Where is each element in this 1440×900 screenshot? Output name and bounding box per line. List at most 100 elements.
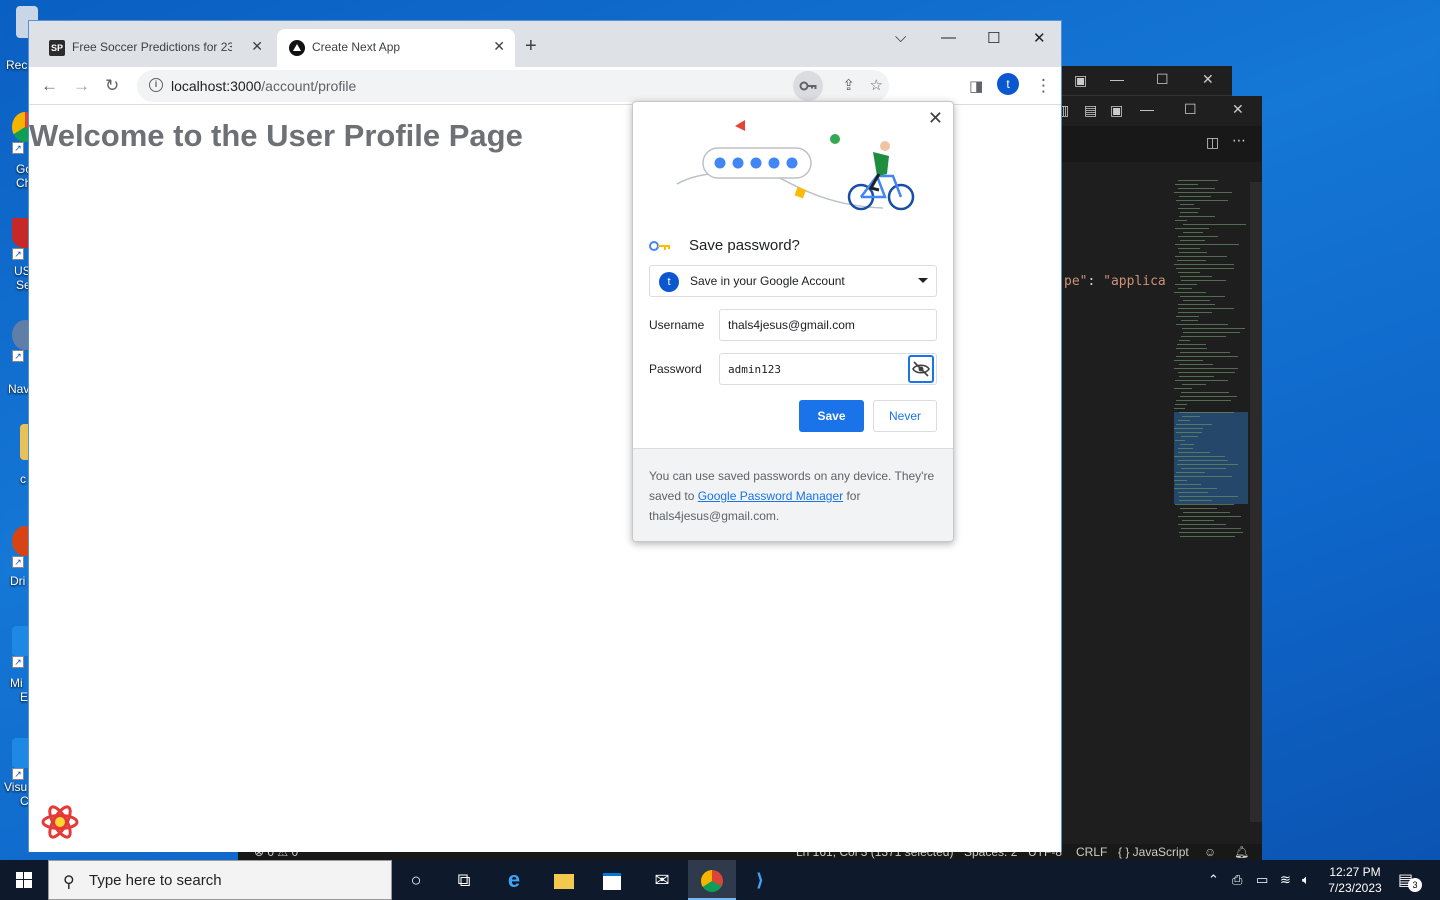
site-info-icon[interactable]: i — [149, 78, 163, 92]
vscode-taskbar-icon[interactable]: ⟩ — [736, 860, 784, 900]
cortana-icon[interactable]: ○ — [392, 860, 440, 900]
tab-create-next-app[interactable]: Create Next App ✕ — [277, 29, 515, 67]
never-button[interactable]: Never — [873, 400, 937, 432]
sp-favicon-icon: SP — [49, 40, 65, 56]
desktop-icon-folder[interactable]: c — [0, 424, 34, 494]
minimize-icon[interactable]: — — [941, 29, 956, 46]
new-tab-button[interactable]: + — [525, 35, 537, 58]
minimap-line — [1178, 460, 1228, 461]
save-button[interactable]: Save — [799, 400, 864, 432]
minimap[interactable] — [1174, 180, 1250, 540]
mail-icon[interactable]: ✉ — [638, 860, 686, 900]
close-icon[interactable]: ✕ — [1033, 29, 1046, 47]
reload-icon[interactable]: ↻ — [105, 76, 119, 96]
minimize-icon[interactable]: — — [1140, 101, 1154, 117]
task-view-icon[interactable]: ⧉ — [440, 860, 488, 900]
tab-soccer-predictions[interactable]: SP Free Soccer Predictions for 23 Jul ✕ — [37, 29, 273, 67]
show-hidden-icons-chevron-icon[interactable]: ⌃ — [1208, 872, 1219, 888]
dialog-title: Save password? — [689, 237, 800, 254]
minimap-line — [1179, 216, 1215, 217]
feedback-icon[interactable]: ☺ — [1204, 845, 1216, 859]
menu-kebab-icon[interactable]: ⋮ — [1035, 76, 1052, 96]
username-field[interactable]: thals4jesus@gmail.com — [719, 309, 937, 341]
maximize-icon[interactable]: ☐ — [987, 29, 1000, 47]
minimap-line — [1176, 432, 1202, 433]
minimap-line — [1178, 180, 1218, 181]
bookmark-star-icon[interactable]: ☆ — [870, 76, 883, 94]
volume-icon[interactable]: 🔈︎ — [1302, 872, 1310, 888]
battery-icon[interactable]: ▭ — [1256, 872, 1268, 888]
toggle-password-visibility-button[interactable] — [908, 355, 934, 383]
desktop-icon-driver[interactable]: ↗ Dri — [0, 526, 38, 596]
desktop-icon-label: Rec — [6, 58, 28, 72]
start-button[interactable] — [0, 860, 48, 900]
tab-close-icon[interactable]: ✕ — [493, 38, 505, 55]
url-text[interactable]: localhost:3000/account/profile — [171, 78, 356, 94]
split-editor-icon[interactable]: ◫ — [1206, 134, 1219, 151]
minimap-line — [1178, 208, 1200, 209]
nextjs-favicon-icon — [289, 40, 305, 56]
microsoft-store-icon[interactable] — [588, 860, 636, 900]
desktop-icon-label: Nav — [8, 382, 30, 396]
forward-icon[interactable]: → — [73, 76, 90, 96]
status-language[interactable]: { } JavaScript — [1118, 845, 1189, 859]
bell-icon[interactable]: 🔔︎ — [1234, 845, 1249, 859]
minimap-line — [1178, 420, 1190, 421]
layout-icon[interactable]: ▣ — [1074, 72, 1087, 89]
tab-search-icon[interactable]: ⌵ — [895, 29, 906, 46]
desktop-icon-microsoft-edge[interactable]: ↗ Mi E — [0, 626, 38, 704]
password-key-button[interactable] — [793, 71, 823, 101]
profile-avatar[interactable]: t — [997, 73, 1019, 95]
code-line-fragment[interactable]: pe": "applica — [1064, 274, 1166, 289]
panel-toggle-icon[interactable]: ▤ — [1084, 102, 1097, 119]
windows-logo-icon — [16, 872, 32, 888]
minimap-line — [1179, 376, 1214, 377]
minimap-line — [1176, 356, 1238, 357]
taskbar: ⚲ Type here to search ○ ⧉ e ✉ ⟩ ⌃ ⎙ ▭ ≋ … — [0, 860, 1440, 900]
minimap-line — [1175, 228, 1209, 229]
tab-close-icon[interactable]: ✕ — [251, 38, 263, 55]
minimize-icon[interactable]: — — [1110, 71, 1124, 87]
account-destination-dropdown[interactable]: t Save in your Google Account — [649, 265, 937, 297]
chrome-taskbar-icon[interactable] — [688, 860, 736, 900]
vscode-scrollbar[interactable] — [1250, 182, 1262, 822]
react-devtools-icon[interactable] — [39, 801, 81, 843]
desktop-icon-us-security[interactable]: ↗ US Se — [0, 218, 38, 292]
close-icon[interactable]: ✕ — [928, 108, 943, 129]
desktop-icon-label: c — [20, 472, 26, 486]
shortcut-arrow-icon: ↗ — [12, 248, 24, 260]
close-icon[interactable]: ✕ — [1232, 101, 1244, 118]
address-bar[interactable]: i localhost:3000/account/profile ⇪ ☆ — [137, 70, 889, 102]
customize-layout-icon[interactable]: ▣ — [1110, 102, 1123, 119]
more-actions-icon[interactable]: ⋯ — [1232, 132, 1246, 149]
minimap-line — [1179, 340, 1190, 341]
desktop-icon-recycle-bin[interactable]: Rec — [0, 6, 38, 76]
taskbar-search-input[interactable]: ⚲ Type here to search — [48, 860, 392, 900]
desktop-icon-navigator[interactable]: ↗ Nav — [0, 320, 38, 396]
back-icon[interactable]: ← — [41, 76, 58, 96]
file-explorer-icon[interactable] — [540, 860, 588, 900]
desktop-icon-chrome[interactable]: ↗ Go Ch — [0, 112, 38, 190]
taskbar-clock[interactable]: 12:27 PM 7/23/2023 — [1322, 864, 1388, 896]
tab-strip: SP Free Soccer Predictions for 23 Jul ✕ … — [29, 21, 1061, 67]
share-icon[interactable]: ⇪ — [842, 76, 855, 94]
minimap-line — [1174, 456, 1225, 457]
password-manager-link[interactable]: Google Password Manager — [698, 489, 843, 503]
status-eol[interactable]: CRLF — [1076, 845, 1107, 859]
password-field[interactable]: admin123 — [719, 353, 937, 385]
minimap-line — [1180, 204, 1194, 205]
notification-center-icon[interactable]: ▤ 3 — [1398, 870, 1422, 892]
close-icon[interactable]: ✕ — [1202, 71, 1214, 88]
desktop-icon-visual-studio-code[interactable]: ↗ Visu C — [0, 738, 38, 808]
minimap-line — [1181, 436, 1198, 437]
device-icon[interactable]: ⎙ — [1232, 872, 1242, 888]
wifi-icon[interactable]: ≋ — [1280, 872, 1291, 888]
edge-icon[interactable]: e — [490, 860, 538, 900]
minimap-line — [1176, 472, 1205, 473]
side-panel-icon[interactable]: ◨ — [969, 77, 983, 95]
minimap-line — [1182, 328, 1245, 329]
minimap-line — [1179, 412, 1234, 413]
username-label: Username — [649, 318, 705, 332]
maximize-icon[interactable]: ☐ — [1184, 101, 1197, 118]
maximize-icon[interactable]: ☐ — [1156, 71, 1169, 88]
